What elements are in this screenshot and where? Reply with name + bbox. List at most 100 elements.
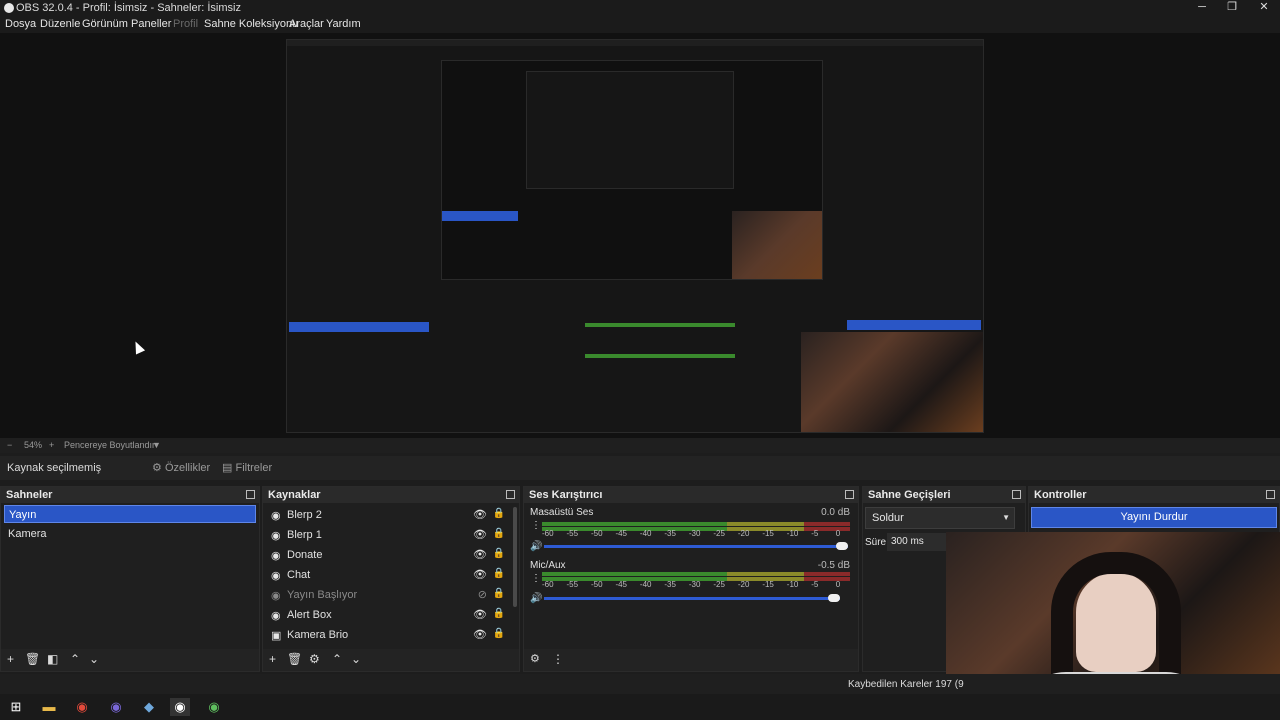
title-bar: OBS 32.0.4 - Profil: İsimsiz - Sahneler:… — [0, 0, 1280, 16]
eye-icon[interactable]: 👁 — [473, 608, 487, 621]
channel-menu-icon[interactable]: ⋮ — [531, 520, 541, 531]
add-scene-icon[interactable]: + — [7, 652, 14, 666]
mixer-settings-icon[interactable]: ⚙ — [530, 652, 540, 665]
move-up-icon[interactable]: ⌃ — [70, 652, 80, 666]
filters-button[interactable]: ▤ Filtreler — [222, 459, 272, 477]
source-item[interactable]: ▣ Kamera Brio 👁 🔒 — [267, 626, 511, 644]
obs-icon[interactable]: ◉ — [170, 698, 190, 716]
sources-header: Kaynaklar — [263, 487, 519, 503]
move-down-icon[interactable]: ⌄ — [351, 652, 361, 666]
menu-dosya[interactable]: Dosya — [5, 18, 36, 30]
volume-slider[interactable] — [544, 594, 840, 602]
lock-icon[interactable]: 🔒 — [493, 608, 505, 619]
close-button[interactable]: ✕ — [1248, 0, 1280, 16]
scenes-title: Sahneler — [6, 489, 53, 501]
menu-profil[interactable]: Profil — [173, 18, 198, 30]
mixer-menu-icon[interactable]: ⋮ — [552, 652, 564, 666]
undock-icon[interactable] — [1012, 490, 1021, 499]
status-bar: Kaybedilen Kareler 197 (9 — [0, 674, 1280, 694]
eye-icon[interactable]: 👁 — [473, 548, 487, 561]
zoom-out-button[interactable]: − — [7, 440, 12, 450]
lock-icon[interactable]: 🔒 — [493, 568, 505, 579]
sources-scrollbar[interactable] — [513, 507, 517, 607]
eye-hidden-icon[interactable]: ⊘ — [478, 588, 487, 601]
channel-db: 0.0 dB — [821, 507, 850, 518]
menu-paneller[interactable]: Paneller — [131, 18, 171, 30]
zoom-in-button[interactable]: + — [49, 440, 54, 450]
eye-icon[interactable]: 👁 — [473, 528, 487, 541]
preview-canvas[interactable] — [0, 33, 1280, 438]
volume-slider[interactable] — [544, 542, 848, 550]
volume-knob[interactable] — [836, 542, 848, 550]
undock-icon[interactable] — [1266, 490, 1275, 499]
volume-knob[interactable] — [828, 594, 840, 602]
file-explorer-icon[interactable]: ▬ — [39, 698, 59, 716]
zoom-bar: − 54% + Pencereye Boyutlandır ▼ — [0, 438, 1280, 453]
chrome-icon[interactable]: ◉ — [72, 698, 92, 716]
lock-icon[interactable]: 🔒 — [493, 628, 505, 639]
dropped-frames: Kaybedilen Kareler 197 (9 — [848, 679, 964, 690]
menu-araclar[interactable]: Araçlar — [289, 18, 324, 30]
minimize-button[interactable]: ─ — [1186, 0, 1218, 16]
source-name: Donate — [287, 549, 323, 561]
scene-item-yayin[interactable]: Yayın — [4, 505, 256, 523]
undock-icon[interactable] — [506, 490, 515, 499]
undock-icon[interactable] — [845, 490, 854, 499]
zoom-dropdown-icon[interactable]: ▼ — [152, 440, 161, 450]
audio-mixer-dock: Ses Karıştırıcı Masaüstü Ses 0.0 dB ⋮ -6… — [523, 486, 859, 672]
source-properties-icon[interactable]: ⚙ — [309, 652, 320, 666]
menu-gorunum[interactable]: Görünüm — [82, 18, 128, 30]
scene-item-kamera[interactable]: Kamera — [4, 525, 256, 543]
scenes-footer: + 🗑 ◧ ⌃ ⌄ — [1, 649, 259, 671]
undock-icon[interactable] — [246, 490, 255, 499]
scenes-dock: Sahneler Yayın Kamera + 🗑 ◧ ⌃ ⌄ — [0, 486, 260, 672]
lock-icon[interactable]: 🔒 — [493, 528, 505, 539]
lock-icon[interactable]: 🔒 — [493, 588, 505, 599]
level-meter — [542, 572, 850, 576]
filter-icon: ▤ — [222, 462, 233, 474]
eye-icon[interactable]: 👁 — [473, 568, 487, 581]
source-item[interactable]: ◉ Chat 👁 🔒 — [267, 566, 511, 584]
source-item[interactable]: ◉ Blerp 2 👁 🔒 — [267, 506, 511, 524]
chrome-alt-icon[interactable]: ◉ — [204, 698, 224, 716]
stop-stream-button[interactable]: Yayını Durdur — [1031, 507, 1277, 528]
transition-select[interactable]: Soldur ▼ — [865, 507, 1015, 529]
scene-filters-icon[interactable]: ◧ — [47, 652, 58, 666]
eye-icon[interactable]: 👁 — [473, 508, 487, 521]
add-source-icon[interactable]: + — [269, 652, 276, 666]
properties-button[interactable]: ⚙ Özellikler — [152, 459, 210, 477]
eye-icon[interactable]: 👁 — [473, 628, 487, 641]
source-item[interactable]: ◉ Donate 👁 🔒 — [267, 546, 511, 564]
menu-yardim[interactable]: Yardım — [326, 18, 361, 30]
speaker-icon[interactable]: 🔊 — [530, 541, 542, 552]
move-down-icon[interactable]: ⌄ — [89, 652, 99, 666]
speaker-icon[interactable]: 🔊 — [530, 593, 542, 604]
lock-icon[interactable]: 🔒 — [493, 548, 505, 559]
nested-scene-selected — [289, 322, 429, 332]
menu-bar: Dosya Düzenle Görünüm Paneller Profil Sa… — [0, 16, 1280, 33]
lock-icon[interactable]: 🔒 — [493, 508, 505, 519]
move-up-icon[interactable]: ⌃ — [332, 652, 342, 666]
chrome-icon: ◉ — [271, 590, 281, 602]
discord-icon[interactable]: ◉ — [106, 698, 126, 716]
app-icon[interactable]: ◆ — [139, 698, 159, 716]
menu-sahne-koleksiyonu[interactable]: Sahne Koleksiyonu — [204, 18, 298, 30]
source-item[interactable]: ◉ Yayın Başlıyor ⊘ 🔒 — [267, 586, 511, 604]
mixer-channel: Masaüstü Ses 0.0 dB ⋮ -60 -55 -50 -45 -40 -35… — [528, 507, 852, 557]
mixer-header: Ses Karıştırıcı — [524, 487, 858, 503]
restore-button[interactable]: ❐ — [1216, 0, 1248, 16]
source-item[interactable]: ◉ Alert Box 👁 🔒 — [267, 606, 511, 624]
source-item[interactable]: ◉ Blerp 1 👁 🔒 — [267, 526, 511, 544]
channel-menu-icon[interactable]: ⋮ — [531, 573, 541, 584]
delete-source-icon[interactable]: 🗑 — [287, 652, 302, 666]
level-meter — [542, 522, 850, 526]
zoom-mode[interactable]: Pencereye Boyutlandır — [64, 440, 155, 450]
nested-scene-selected-2 — [442, 211, 518, 221]
windows-start-icon[interactable]: ⊞ — [6, 698, 26, 716]
delete-scene-icon[interactable]: 🗑 — [25, 652, 40, 666]
nested-stop-button — [847, 320, 981, 330]
duration-label: Süre — [865, 537, 887, 548]
menu-duzenle[interactable]: Düzenle — [40, 18, 80, 30]
source-name: Yayın Başlıyor — [287, 589, 358, 601]
mouse-cursor-icon — [130, 339, 146, 355]
